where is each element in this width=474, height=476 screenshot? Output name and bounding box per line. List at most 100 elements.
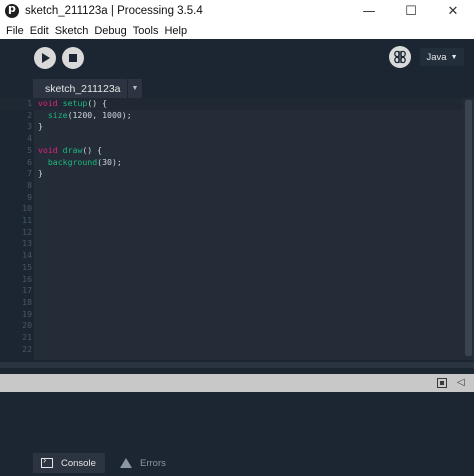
code-rest: (30);: [97, 156, 122, 167]
menu-edit[interactable]: Edit: [27, 25, 52, 37]
collapse-console-icon[interactable]: ◁: [457, 377, 465, 388]
line-number: 2: [27, 109, 32, 120]
chevron-down-icon: ▼: [450, 53, 458, 61]
tab-label: sketch_211123a: [45, 82, 121, 95]
processing-logo-icon: [5, 2, 19, 18]
editor-console-divider[interactable]: [0, 360, 474, 374]
console-output[interactable]: [0, 392, 474, 448]
debugger-button[interactable]: [389, 46, 411, 68]
code-rest: }: [38, 168, 43, 179]
tab-sketch[interactable]: sketch_211123a: [33, 79, 127, 98]
line-number: 7: [27, 168, 32, 179]
line-number: 3: [27, 121, 32, 132]
line-number: 15: [22, 261, 32, 272]
function-token: setup: [62, 98, 88, 108]
code-line[interactable]: 20: [0, 320, 463, 332]
code-rest: () {: [87, 98, 108, 108]
menu-bar: File Edit Sketch Debug Tools Help: [0, 22, 474, 39]
errors-tab-label: Errors: [140, 457, 166, 469]
line-number: 10: [22, 203, 32, 214]
warning-icon: [120, 458, 132, 468]
code-line[interactable]: 15: [0, 262, 463, 274]
menu-help[interactable]: Help: [161, 25, 190, 37]
code-line[interactable]: 22: [0, 344, 463, 356]
chevron-down-icon: ▼: [131, 85, 139, 92]
line-number: 5: [27, 144, 32, 155]
stop-button[interactable]: [62, 47, 84, 69]
window-controls: — ☐ ✕: [348, 0, 474, 22]
code-line[interactable]: 16: [0, 274, 463, 286]
line-number: 8: [27, 179, 32, 190]
code-line[interactable]: 8: [0, 180, 463, 192]
menu-sketch[interactable]: Sketch: [52, 25, 92, 37]
window-title: sketch_211123a | Processing 3.5.4: [25, 5, 203, 17]
horizontal-scrollbar[interactable]: [0, 362, 474, 368]
title-bar: sketch_211123a | Processing 3.5.4 — ☐ ✕: [0, 0, 474, 22]
stop-icon: [69, 54, 77, 62]
code-rest: (1200, 1000);: [67, 109, 132, 120]
minimize-button[interactable]: —: [348, 0, 390, 22]
toolbar: Java ▼: [0, 39, 474, 77]
editor-vertical-scrollbar[interactable]: [463, 98, 474, 360]
code-line[interactable]: 17: [0, 285, 463, 297]
console-header: ◁: [0, 374, 474, 392]
code-text: }: [38, 121, 43, 133]
menu-debug[interactable]: Debug: [91, 25, 129, 37]
code-line[interactable]: 5 void draw() {: [0, 145, 463, 157]
code-line[interactable]: 19: [0, 309, 463, 321]
mode-selector[interactable]: Java ▼: [420, 48, 464, 66]
tab-menu-button[interactable]: ▼: [128, 79, 142, 98]
line-number: 9: [27, 191, 32, 202]
maximize-button[interactable]: ☐: [390, 0, 432, 22]
code-line[interactable]: 10: [0, 203, 463, 215]
console-tab-label: Console: [61, 457, 96, 469]
code-line[interactable]: 9: [0, 192, 463, 204]
tab-strip: sketch_211123a ▼: [0, 77, 474, 98]
function-token: background: [47, 156, 98, 167]
code-rest: () {: [82, 144, 103, 155]
console-footer: Console Errors: [0, 448, 474, 476]
line-number: 21: [22, 332, 32, 342]
menu-tools[interactable]: Tools: [130, 25, 162, 37]
line-number: 13: [22, 238, 32, 249]
code-text: size(1200, 1000);: [38, 110, 132, 122]
code-line[interactable]: 14: [0, 250, 463, 262]
line-number: 6: [27, 156, 32, 167]
line-number: 20: [22, 320, 32, 331]
mode-label: Java: [426, 51, 447, 63]
function-token: size: [47, 109, 68, 120]
errors-tab[interactable]: Errors: [110, 453, 180, 473]
function-token: draw: [62, 144, 83, 155]
code-line[interactable]: 13: [0, 238, 463, 250]
close-button[interactable]: ✕: [432, 0, 474, 22]
scrollbar-thumb[interactable]: [465, 100, 472, 356]
line-number: 17: [22, 285, 32, 296]
code-line[interactable]: 6 background(30);: [0, 157, 463, 169]
copy-icon[interactable]: [437, 378, 447, 388]
code-line[interactable]: 4: [0, 133, 463, 145]
code-line[interactable]: 1 void setup() {: [0, 98, 463, 110]
code-line[interactable]: 21: [0, 332, 463, 344]
code-line[interactable]: 2 size(1200, 1000);: [0, 110, 463, 122]
menu-file[interactable]: File: [3, 25, 27, 37]
code-line[interactable]: 7}: [0, 168, 463, 180]
code-line[interactable]: 18: [0, 297, 463, 309]
code-line[interactable]: 3}: [0, 121, 463, 133]
console-tab[interactable]: Console: [33, 453, 105, 473]
code-line[interactable]: 11: [0, 215, 463, 227]
code-text: void setup() {: [38, 98, 107, 110]
line-number: 11: [22, 215, 32, 225]
line-number: 22: [22, 343, 32, 354]
code-editor[interactable]: 1 void setup() {2 size(1200, 1000); 3} 4 5 vo…: [0, 98, 463, 360]
butterfly-debug-icon: [394, 50, 406, 64]
code-line[interactable]: 12: [0, 227, 463, 239]
code-text: }: [38, 168, 43, 180]
run-button[interactable]: [34, 47, 56, 69]
play-icon: [42, 53, 50, 63]
line-number: 16: [22, 273, 32, 284]
keyword-token: void: [38, 98, 58, 108]
code-text: void draw() {: [38, 145, 102, 157]
code-rest: }: [38, 121, 43, 132]
line-number: 12: [22, 226, 32, 237]
line-number: 14: [22, 250, 32, 261]
